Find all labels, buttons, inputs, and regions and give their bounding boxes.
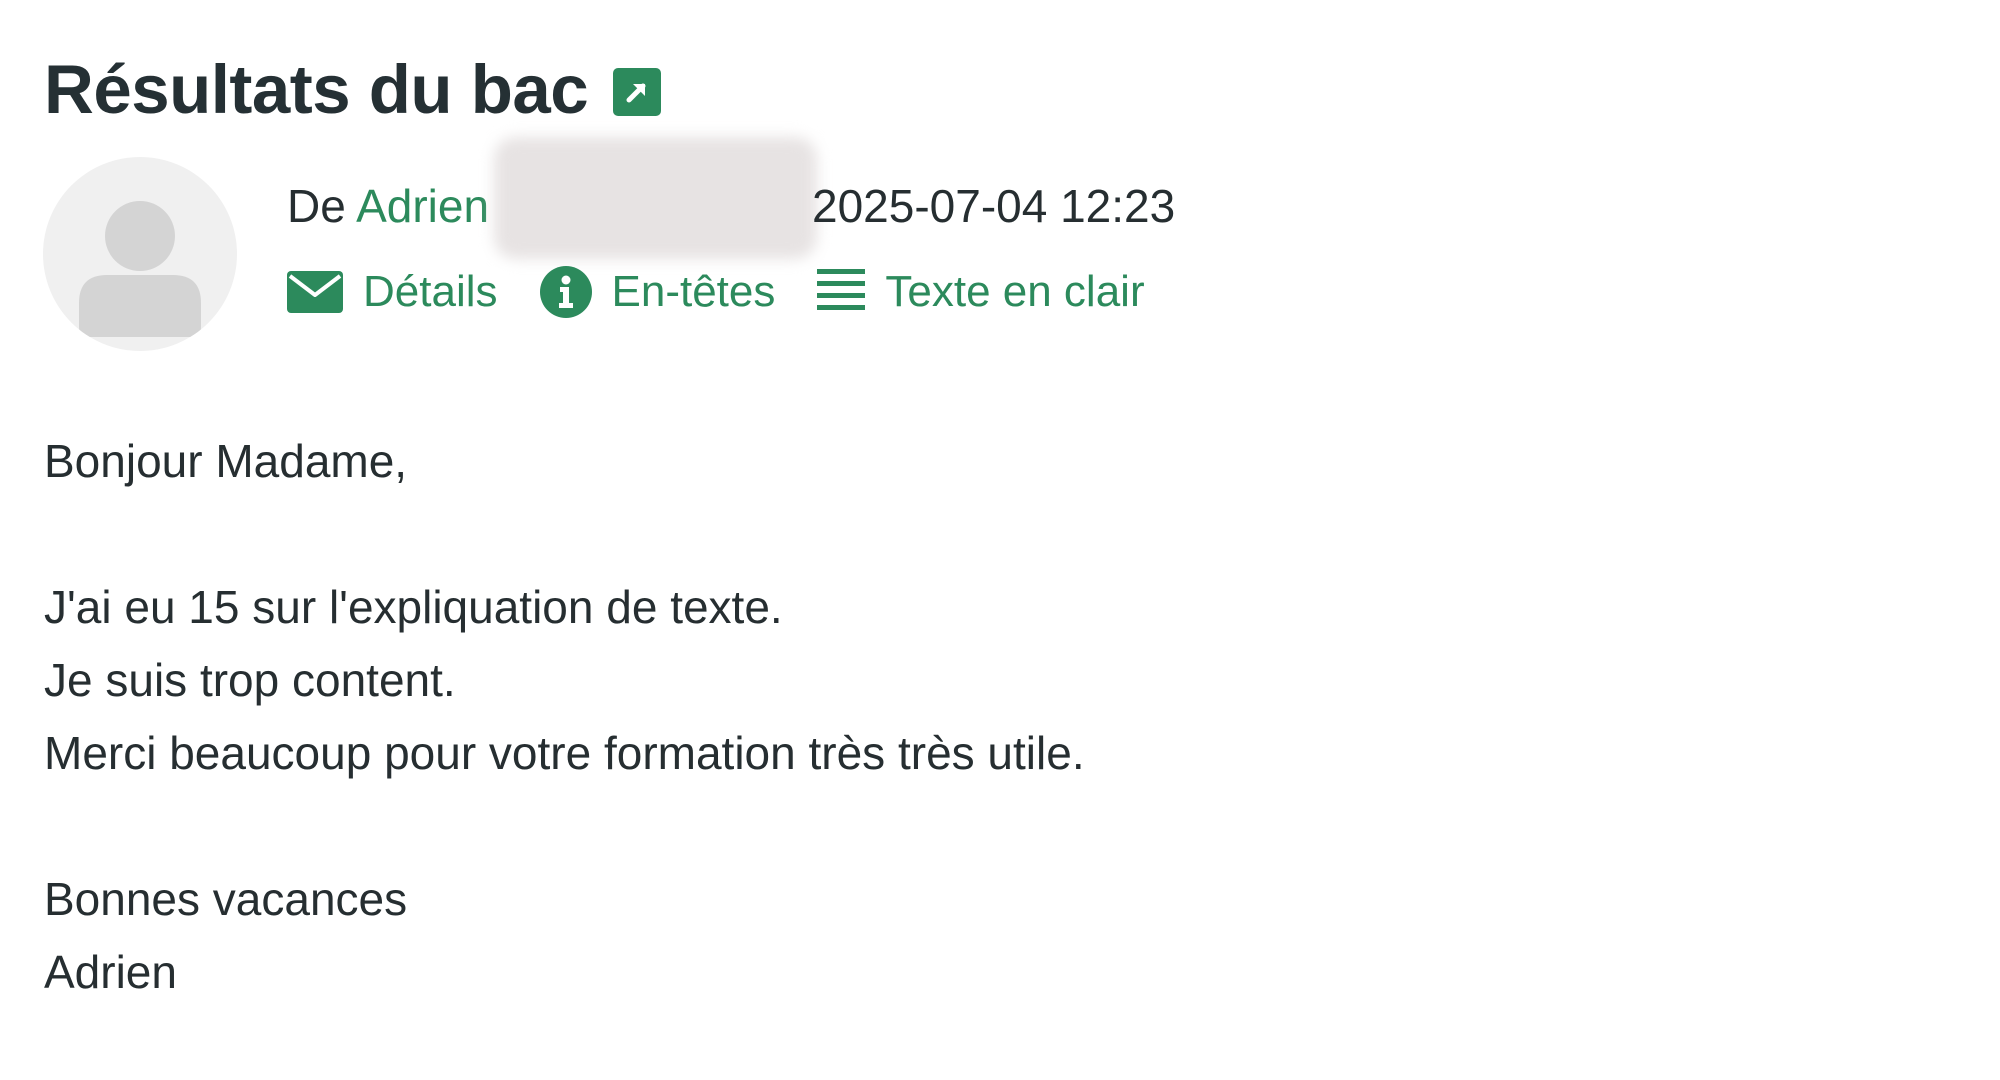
open-in-new-window-icon[interactable] <box>613 68 662 116</box>
body-greeting: Bonjour Madame, <box>44 435 408 487</box>
details-label: Détails <box>363 267 498 316</box>
message-subject: Résultats du bac <box>44 51 589 128</box>
details-button[interactable]: Détails <box>287 267 498 317</box>
body-line-2: Je suis trop content. <box>44 654 456 706</box>
message-body: Bonjour Madame, J'ai eu 15 sur l'expliqu… <box>44 425 1085 1009</box>
from-prefix: De <box>287 180 346 232</box>
text-lines-icon <box>817 267 866 317</box>
plain-text-button[interactable]: Texte en clair <box>817 267 1145 317</box>
envelope-icon <box>287 271 343 313</box>
message-header: Résultats du bac <box>44 50 662 130</box>
headers-button[interactable]: En-têtes <box>539 266 776 318</box>
body-line-1: J'ai eu 15 sur l'expliquation de texte. <box>44 581 783 633</box>
body-signature: Adrien <box>44 946 177 998</box>
body-closing: Bonnes vacances <box>44 873 408 925</box>
sender-avatar <box>43 157 237 351</box>
plain-text-label: Texte en clair <box>885 267 1145 316</box>
message-date: 2025-07-04 12:23 <box>812 180 1176 232</box>
sender-line: De Adrien <box>287 178 489 234</box>
body-line-3: Merci beaucoup pour votre formation très… <box>44 727 1085 779</box>
redacted-email-address <box>494 137 817 259</box>
user-silhouette-icon <box>79 201 201 337</box>
info-icon <box>539 266 592 318</box>
message-actions: Détails En-têtes Texte en clair <box>287 262 1145 322</box>
sender-name-link[interactable]: Adrien <box>356 180 489 232</box>
headers-label: En-têtes <box>611 267 776 316</box>
